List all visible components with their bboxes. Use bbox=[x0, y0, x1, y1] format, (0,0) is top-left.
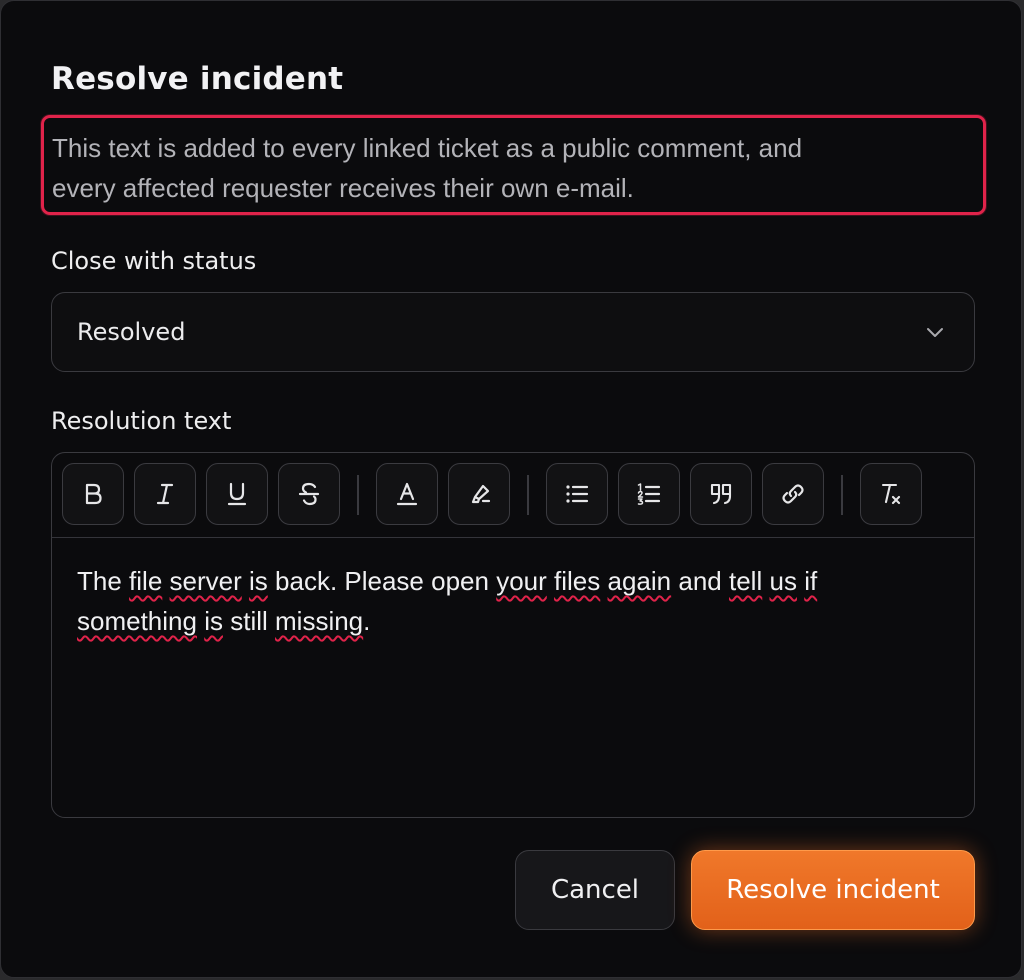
misspelled-word: if bbox=[804, 566, 818, 596]
dialog-description: This text is added to every linked ticke… bbox=[41, 115, 986, 215]
resolve-incident-button[interactable]: Resolve incident bbox=[691, 850, 975, 930]
bold-icon bbox=[85, 483, 102, 505]
chevron-down-icon bbox=[927, 328, 943, 337]
blockquote-button[interactable] bbox=[690, 463, 752, 525]
italic-icon bbox=[156, 483, 174, 505]
resolution-editor: The file server is back. Please open you… bbox=[51, 452, 975, 818]
resolution-text-area[interactable]: The file server is back. Please open you… bbox=[77, 561, 937, 641]
status-select-value: Resolved bbox=[77, 318, 186, 346]
clear-formatting-button[interactable] bbox=[860, 463, 922, 525]
toolbar-divider bbox=[527, 475, 529, 515]
misspelled-word: again bbox=[607, 566, 672, 596]
toolbar-divider bbox=[841, 475, 843, 515]
highlight-button[interactable] bbox=[448, 463, 510, 525]
misspelled-word: file bbox=[129, 566, 163, 596]
numbered-list-button[interactable] bbox=[618, 463, 680, 525]
misspelled-word: is bbox=[249, 566, 268, 596]
link-icon bbox=[782, 484, 804, 504]
editor-toolbar bbox=[52, 453, 974, 538]
misspelled-word: us bbox=[769, 566, 797, 596]
italic-button[interactable] bbox=[134, 463, 196, 525]
misspelled-word: server bbox=[169, 566, 242, 596]
status-label: Close with status bbox=[51, 247, 257, 275]
clear-formatting-icon bbox=[881, 483, 901, 505]
strikethrough-icon bbox=[298, 482, 320, 506]
toolbar-divider bbox=[357, 475, 359, 515]
misspelled-word: files bbox=[554, 566, 601, 596]
word: open bbox=[431, 566, 489, 596]
resolution-label: Resolution text bbox=[51, 407, 232, 435]
word: still bbox=[230, 606, 268, 636]
cancel-button[interactable]: Cancel bbox=[515, 850, 675, 930]
quote-icon bbox=[710, 483, 732, 505]
misspelled-word: is bbox=[204, 606, 223, 636]
misspelled-word: tell bbox=[729, 566, 763, 596]
word: The bbox=[77, 566, 122, 596]
bullet-list-icon bbox=[566, 485, 589, 503]
misspelled-word: your bbox=[496, 566, 547, 596]
word: back. Please bbox=[275, 566, 424, 596]
underline-button[interactable] bbox=[206, 463, 268, 525]
misspelled-word: missing bbox=[275, 606, 364, 636]
word: and bbox=[678, 566, 722, 596]
dialog-title: Resolve incident bbox=[51, 61, 344, 97]
strikethrough-button[interactable] bbox=[278, 463, 340, 525]
status-select[interactable]: Resolved bbox=[51, 292, 975, 372]
text-color-button[interactable] bbox=[376, 463, 438, 525]
text-color-icon bbox=[396, 482, 418, 506]
description-line-2: every affected requester receives their … bbox=[52, 173, 634, 203]
bold-button[interactable] bbox=[62, 463, 124, 525]
resolve-incident-dialog: Resolve incident This text is added to e… bbox=[0, 0, 1022, 978]
highlighter-icon bbox=[471, 484, 491, 504]
link-button[interactable] bbox=[762, 463, 824, 525]
misspelled-word: something bbox=[77, 606, 197, 636]
numbered-list-icon bbox=[637, 483, 661, 505]
underline-icon bbox=[227, 482, 247, 506]
description-line-1: This text is added to every linked ticke… bbox=[52, 133, 803, 163]
word: . bbox=[363, 606, 371, 636]
bullet-list-button[interactable] bbox=[546, 463, 608, 525]
